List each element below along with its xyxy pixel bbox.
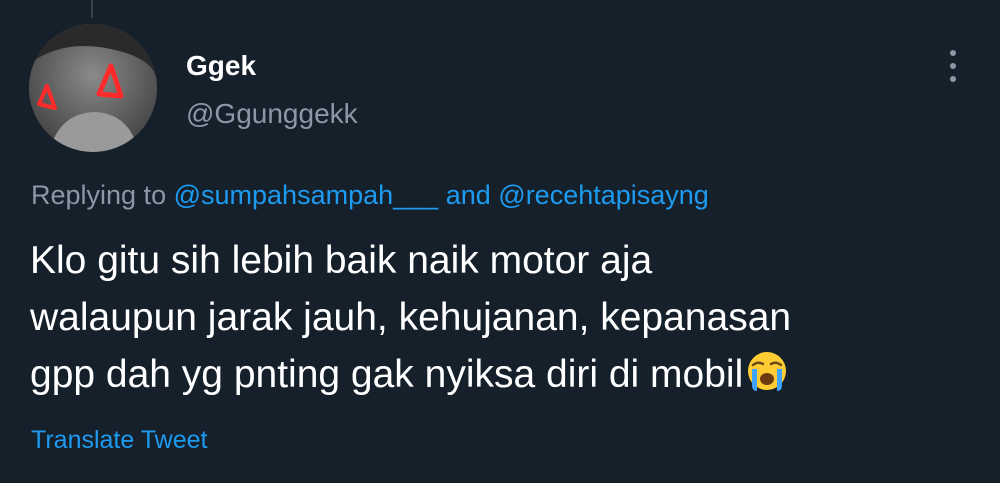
more-dot [950,63,956,69]
avatar-image [29,24,157,152]
translate-tweet-link[interactable]: Translate Tweet [31,426,207,455]
more-vertical-icon[interactable] [938,46,968,86]
avatar[interactable] [29,24,157,152]
loudly-crying-face-icon [745,349,789,393]
thread-connector-line [91,0,93,18]
tweet-text: Klo gitu sih lebih baik naik motor aja w… [30,232,970,403]
tweet-text-line: Klo gitu sih lebih baik naik motor aja [30,239,653,282]
more-dot [950,76,956,82]
tweet-text-line: walaupun jarak jauh, kehujanan, kepanasa… [30,296,792,339]
user-handle[interactable]: @Ggunggekk [186,98,358,130]
tweet-text-line-3: gpp dah yg pnting gak nyiksa diri di mob… [30,353,744,396]
more-dot [950,50,956,56]
reply-mention-1[interactable]: @sumpahsampah___ [174,180,439,210]
reply-mention-2[interactable]: @recehtapisayng [498,180,709,210]
replying-to: Replying to @sumpahsampah___ and @receht… [31,180,709,211]
reply-mention-joiner[interactable]: and [446,180,491,210]
tweet-text-line-last: gpp dah yg pnting gak nyiksa diri di mob… [30,346,970,403]
replying-prefix: Replying to [31,180,167,210]
display-name[interactable]: Ggek [186,50,256,82]
